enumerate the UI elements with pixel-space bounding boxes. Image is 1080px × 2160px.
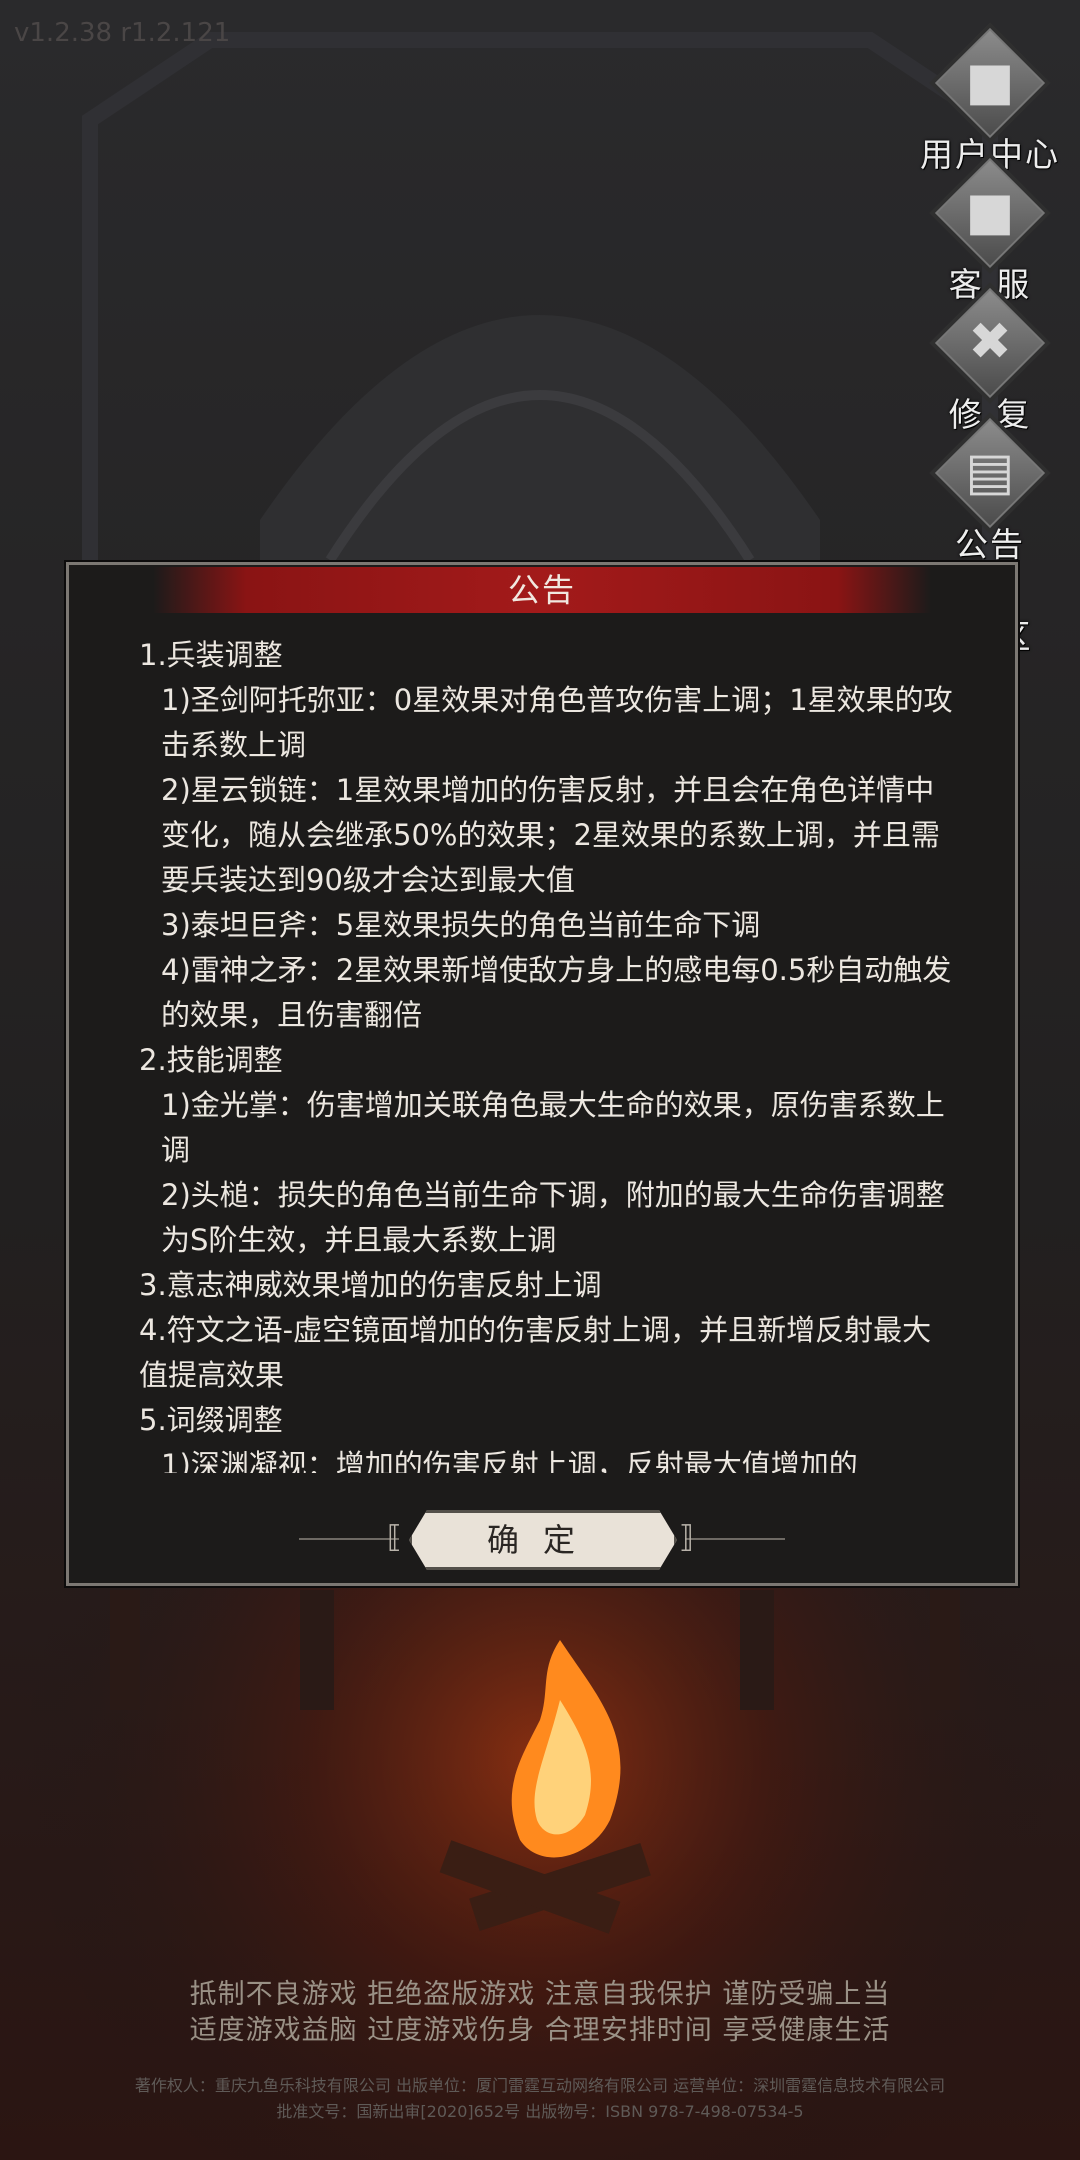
- announcement-dialog: 公告 1.兵装调整 1)圣剑阿托弥亚：0星效果对角色普攻伤害上调；1星效果的攻击…: [66, 562, 1018, 1586]
- ornament-right-icon: ⟧: [679, 1520, 694, 1555]
- dialog-title: 公告: [153, 567, 931, 613]
- announcement-line: 4.符文之语-虚空镜面增加的伤害反射上调，并且新增反射最大值提高效果: [139, 1313, 932, 1392]
- announcement-line: 2)星云锁链：1星效果增加的伤害反射，并且会在角色详情中变化，随从会继承50%的…: [161, 773, 940, 897]
- repair-icon: ✖: [968, 312, 1012, 372]
- announcement-line: 1)圣剑阿托弥亚：0星效果对角色普攻伤害上调；1星效果的攻击系数上调: [161, 683, 953, 762]
- announcement-line: 1)深渊凝视：增加的伤害反射上调，反射最大值增加的: [161, 1448, 858, 1473]
- announcement-line: 1)金光掌：伤害增加关联角色最大生命的效果，原伤害系数上调: [161, 1088, 945, 1167]
- notice-icon: ▤: [965, 442, 1015, 502]
- health-warning-line-1: 抵制不良游戏 拒绝盗版游戏 注意自我保护 谨防受骗上当: [189, 1979, 891, 2010]
- announcement-line: 5.词缀调整: [139, 1403, 283, 1437]
- confirm-button[interactable]: 确定: [409, 1510, 677, 1570]
- ornament-left-icon: ⟦: [387, 1520, 402, 1555]
- announcement-line: 2.技能调整: [139, 1043, 283, 1077]
- announcement-line: 3.意志神威效果增加的伤害反射上调: [139, 1268, 602, 1302]
- confirm-area: ⟦ ⟧ 确定: [299, 1508, 785, 1570]
- customer-service-icon: ■: [965, 182, 1015, 242]
- notice-button[interactable]: ▤ 公告: [915, 412, 1065, 566]
- copyright-line: 著作权人：重庆九鱼乐科技有限公司 出版单位：厦门雷霆互动网络有限公司 运营单位：…: [134, 2076, 946, 2095]
- announcement-content[interactable]: 1.兵装调整 1)圣剑阿托弥亚：0星效果对角色普攻伤害上调；1星效果的攻击系数上…: [139, 633, 959, 1473]
- approval-line: 批准文号：国新出审[2020]652号 出版物号：ISBN 978-7-498-…: [276, 2102, 804, 2121]
- announcement-line: 1.兵装调整: [139, 638, 283, 672]
- version-label: v1.2.38 r1.2.121: [14, 18, 231, 48]
- announcement-line: 3)泰坦巨斧：5星效果损失的角色当前生命下调: [161, 908, 761, 942]
- confirm-divider-left: [299, 1538, 399, 1540]
- announcement-line: 2)头槌：损失的角色当前生命下调，附加的最大生命伤害调整为S阶生效，并且最大系数…: [161, 1178, 945, 1257]
- user-icon: ■: [965, 52, 1015, 112]
- health-warning-line-2: 适度游戏益脑 过度游戏伤身 合理安排时间 享受健康生活: [189, 2015, 891, 2046]
- confirm-divider-right: [685, 1538, 785, 1540]
- announcement-line: 4)雷神之矛：2星效果新增使敌方身上的感电每0.5秒自动触发的效果，且伤害翻倍: [161, 953, 952, 1032]
